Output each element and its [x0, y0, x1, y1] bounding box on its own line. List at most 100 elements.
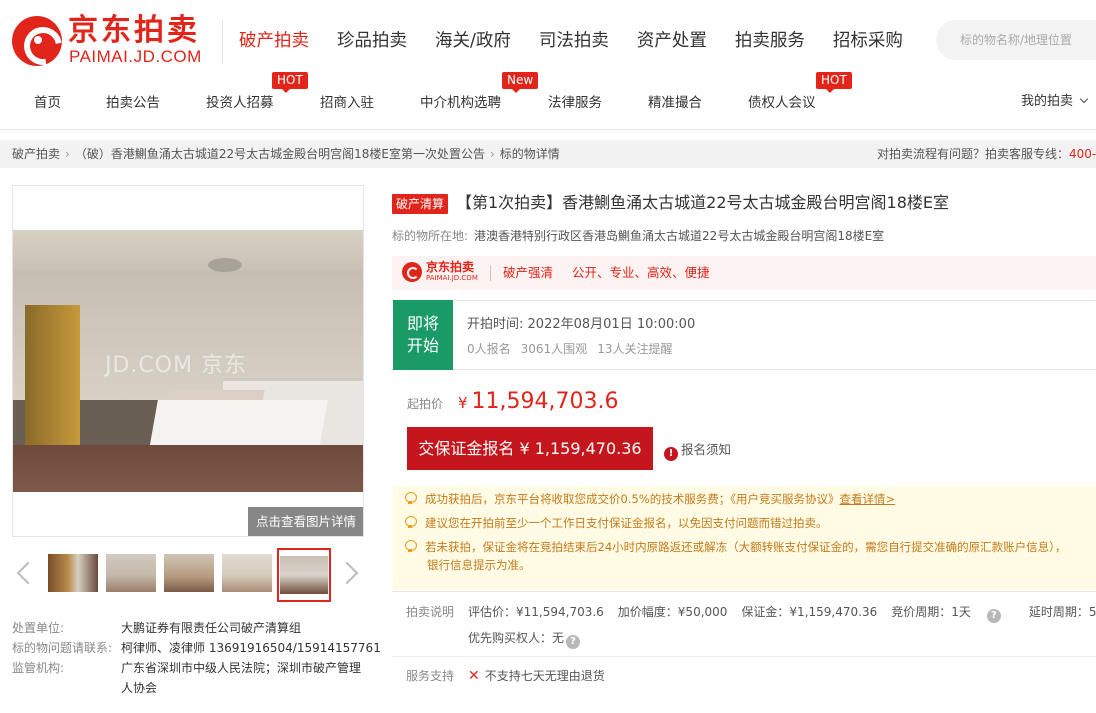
bid-increment: 加价幅度：¥50,000: [617, 605, 728, 619]
extension-period: 延时周期：5分钟/次: [1028, 605, 1096, 619]
tip-item: 成功获拍后，京东平台将收取您成交价0.5%的技术服务费；《用户竞买服务协议》查看…: [405, 490, 895, 508]
subnav-precise-matching[interactable]: 精准撮合: [648, 94, 702, 112]
subnav-agency-selection[interactable]: New 中介机构选聘: [420, 72, 539, 112]
question-icon[interactable]: ?: [986, 609, 1001, 623]
location-value: 港澳香港特别行政区香港岛鰂鱼涌太古城道22号太古城金殿台明宫阁18楼E室: [474, 229, 885, 243]
starting-price-label: 起拍价: [407, 397, 444, 411]
thumbnail-selected[interactable]: [277, 548, 331, 602]
thumbnail[interactable]: [222, 554, 272, 592]
breadcrumb: 破产拍卖 › （破）香港鰂鱼涌太古城道22号太古城金殿台明宫阁18楼E室第一次处置公…: [12, 140, 560, 168]
watermark: JD.COM 京东: [105, 353, 248, 378]
info-row: 处置单位: 大鹏证券有限责任公司破产清算组: [12, 618, 372, 638]
subnav-label: 招商入驻: [320, 95, 374, 111]
thumbnail[interactable]: [164, 554, 214, 592]
nav-bankruptcy-auction[interactable]: 破产拍卖: [225, 28, 323, 54]
thumbnail[interactable]: [106, 554, 156, 592]
subnav-label: 债权人会议: [748, 95, 816, 111]
divider: [490, 265, 491, 281]
nav-auction-service[interactable]: 拍卖服务: [721, 28, 819, 54]
info-key: 监管机构:: [12, 661, 65, 675]
photo-floor: [13, 445, 363, 492]
tip-item: 若未获拍，保证金将在竞拍结束后24小时内原路返还或解冻（大额转账支付保证金的，需…: [405, 538, 1067, 572]
question-icon[interactable]: ?: [566, 635, 581, 649]
jd-dog-icon: [12, 16, 62, 66]
subnav-label: 中介机构选聘: [420, 95, 501, 111]
support-value: 不支持七天无理由退货: [484, 669, 605, 683]
nav-asset-disposal[interactable]: 资产处置: [623, 28, 721, 54]
service-text: 对拍卖流程有问题？拍卖客服专线：: [877, 147, 1070, 161]
info-row: 标的物问题请联系: 柯律师、凌律师 13691916504/1591415776…: [12, 638, 381, 658]
new-badge: New: [502, 72, 539, 93]
exclamation-icon: !: [664, 447, 678, 461]
nav-treasure-auction[interactable]: 珍品拍卖: [323, 28, 421, 54]
description-label: 拍卖说明: [406, 605, 455, 619]
logo[interactable]: 京东拍卖 PAIMAI.JD.COM: [12, 14, 212, 70]
my-auction-menu[interactable]: 我的拍卖: [1021, 90, 1089, 109]
nav-tender-procurement[interactable]: 招标采购: [819, 28, 917, 54]
tip-text: 若未获拍，保证金将在竞拍结束后24小时内原路返还或解冻（大额转账支付保证金的，需…: [425, 540, 1067, 554]
info-key: 标的物问题请联系:: [12, 641, 113, 655]
subnav-label: 法律服务: [548, 95, 602, 111]
signup-count: 0人报名: [467, 342, 511, 356]
info-value: 大鹏证券有限责任公司破产清算组: [121, 621, 302, 635]
subnav-auction-notice[interactable]: 拍卖公告: [106, 94, 160, 112]
item-location: 标的物所在地: 港澳香港特别行政区香港岛鰂鱼涌太古城道22号太古城金殿台明宫阁18…: [392, 227, 884, 245]
subnav-label: 投资人招募: [206, 95, 274, 111]
service-phone[interactable]: 400-6: [1069, 147, 1096, 161]
view-image-details-button[interactable]: 点击查看图片详情: [248, 507, 363, 536]
follow-count: 13人关注提醒: [597, 342, 673, 356]
thumbnail[interactable]: [48, 554, 98, 592]
service-support: ✕ 不支持七天无理由退货: [468, 667, 605, 685]
currency-symbol: ¥: [458, 394, 468, 412]
appraisal-price: 评估价：¥11,594,703.6: [468, 605, 604, 619]
promo-banner: 京东拍卖 PAIMAI.JD.COM 破产强清 公开、专业、高效、便捷: [392, 256, 1096, 290]
auction-status-box: [392, 300, 1096, 370]
main-image-viewer[interactable]: JD.COM 京东 点击查看图片详情: [12, 185, 364, 537]
nav-customs-government[interactable]: 海关/政府: [421, 28, 525, 54]
auction-terms: 评估价：¥11,594,703.6 加价幅度：¥50,000 保证金：¥1,159,…: [468, 603, 1096, 623]
bidding-period-value: 竞价周期：1天: [891, 605, 971, 619]
logo-text-en: PAIMAI.JD.COM: [69, 47, 202, 66]
location-label: 标的物所在地:: [392, 229, 469, 243]
tip-text: 成功获拍后，京东平台将收取您成交价0.5%的技术服务费；《用户竞买服务协议》: [425, 492, 840, 506]
search-input[interactable]: 标的物名称/地理位置: [936, 20, 1096, 60]
breadcrumb-item: 标的物详情: [499, 147, 560, 161]
subnav-home[interactable]: 首页: [34, 94, 61, 112]
price-value: 11,594,703.6: [471, 389, 619, 414]
promo-slogan: 公开、专业、高效、便捷: [572, 265, 710, 280]
service-agreement-link[interactable]: 查看详情>: [839, 492, 895, 506]
subnav-merchant-join[interactable]: 招商入驻: [320, 94, 374, 112]
start-time-value: 2022年08月01日 10:00:00: [527, 317, 696, 332]
info-value: 柯律师、凌律师 13691916504/15914157761: [121, 641, 381, 655]
subnav-investor-recruit[interactable]: HOT 投资人招募: [206, 72, 308, 112]
chevron-right-icon: ›: [489, 147, 495, 161]
info-value: 广东省深圳市中级人民法院；深圳市破产管理人协会: [121, 661, 362, 695]
subnav-legal-service[interactable]: 法律服务: [548, 94, 602, 112]
subnav-creditor-meeting[interactable]: HOT 债权人会议: [748, 72, 852, 112]
start-time-label: 开拍时间:: [467, 317, 524, 332]
subnav-label: 精准撮合: [648, 95, 702, 111]
close-icon: ✕: [468, 668, 480, 684]
photo-ceiling: [13, 230, 363, 270]
main-nav: 破产拍卖 珍品拍卖 海关/政府 司法拍卖 资产处置 拍卖服务 招标采购: [225, 28, 917, 54]
category-tag: 破产清算: [392, 194, 449, 214]
tip-text-continued: 银行信息提示为准。: [427, 558, 531, 572]
service-hotline: 对拍卖流程有问题？拍卖客服专线：400-6: [877, 140, 1096, 168]
page-title: 【第1次拍卖】香港鰂鱼涌太古城道22号太古城金殿台明宫阁18楼E室: [456, 193, 950, 212]
breadcrumb-bar: 破产拍卖 › （破）香港鰂鱼涌太古城道22号太古城金殿台明宫阁18楼E室第一次处置公…: [0, 140, 1096, 168]
breadcrumb-item[interactable]: （破）香港鰂鱼涌太古城道22号太古城金殿台明宫阁18楼E室第一次处置公告: [75, 147, 485, 161]
chevron-right-icon[interactable]: [342, 559, 358, 587]
deposit-signup-button[interactable]: 交保证金报名 ¥ 1,159,470.36: [407, 427, 653, 470]
starting-price: ¥11,594,703.6: [458, 388, 619, 417]
photo-door: [25, 305, 80, 455]
notice-label: 报名须知: [681, 442, 732, 457]
signup-notice-link[interactable]: ! 报名须知: [664, 441, 731, 461]
top-header: 京东拍卖 PAIMAI.JD.COM 破产拍卖 珍品拍卖 海关/政府 司法拍卖 …: [0, 0, 1096, 80]
chevron-left-icon[interactable]: [14, 559, 30, 587]
promo-kind: 破产强清: [503, 265, 554, 280]
breadcrumb-item[interactable]: 破产拍卖: [12, 147, 60, 161]
logo-text-cn: 京东拍卖: [68, 13, 200, 48]
nav-judicial-auction[interactable]: 司法拍卖: [525, 28, 623, 54]
property-photo[interactable]: JD.COM 京东: [13, 230, 363, 492]
chevron-right-icon: ›: [65, 147, 70, 161]
